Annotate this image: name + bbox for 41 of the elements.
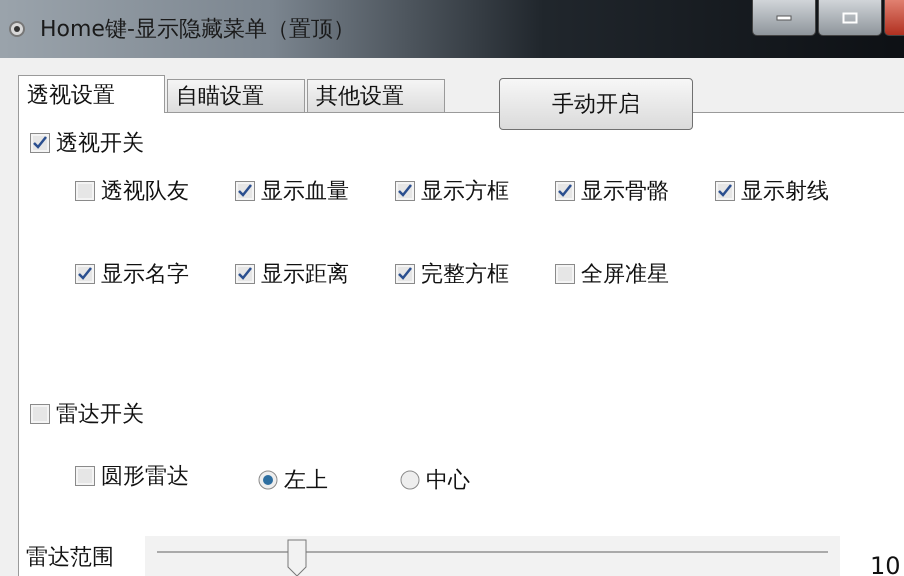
checkbox-label: 显示血量 [261,178,349,206]
checkbox[interactable] [30,404,50,424]
radio-button[interactable] [400,470,420,490]
minimize-icon [776,14,792,20]
checkbox-label: 雷达开关 [56,401,144,429]
checkbox-label: 透视队友 [101,178,189,206]
checkbox-label: 全屏准星 [581,261,669,289]
checkbox-label: 显示距离 [261,261,349,289]
checkbox[interactable] [235,264,255,284]
radio-label: 左上 [284,467,328,495]
slider-thumb[interactable] [287,539,307,576]
checkbox-label: 显示名字 [101,261,189,289]
tab[interactable]: 自瞄设置 [167,79,305,112]
window-title: Home键-显示隐藏菜单（置顶） [40,16,355,44]
maximize-icon [842,12,858,24]
radio-button[interactable] [258,470,278,490]
checkbox[interactable] [395,181,415,201]
checkbox[interactable] [75,466,95,486]
slider-value: 10 [870,552,901,576]
checkbox[interactable] [555,264,575,284]
app-icon [8,20,26,38]
checkbox-label: 显示射线 [741,178,829,206]
checkbox-label: 圆形雷达 [101,463,189,491]
checkbox-label: 显示方框 [421,178,509,206]
checkbox[interactable] [30,133,50,153]
radio-label: 中心 [426,467,470,495]
checkbox[interactable] [75,264,95,284]
checkbox[interactable] [75,181,95,201]
minimize-button[interactable] [752,0,816,36]
tab[interactable]: 透视设置 [18,75,165,113]
checkbox[interactable] [715,181,735,201]
checkbox[interactable] [395,264,415,284]
checkbox[interactable] [235,181,255,201]
checkbox[interactable] [555,181,575,201]
checkbox-label: 完整方框 [421,261,509,289]
slider-label: 雷达范围 [26,546,114,570]
checkbox-label: 透视开关 [56,130,144,158]
start-button[interactable]: 手动开启 [499,78,693,130]
checkbox-label: 显示骨骼 [581,178,669,206]
maximize-button[interactable] [818,0,882,36]
tab[interactable]: 其他设置 [307,79,445,112]
